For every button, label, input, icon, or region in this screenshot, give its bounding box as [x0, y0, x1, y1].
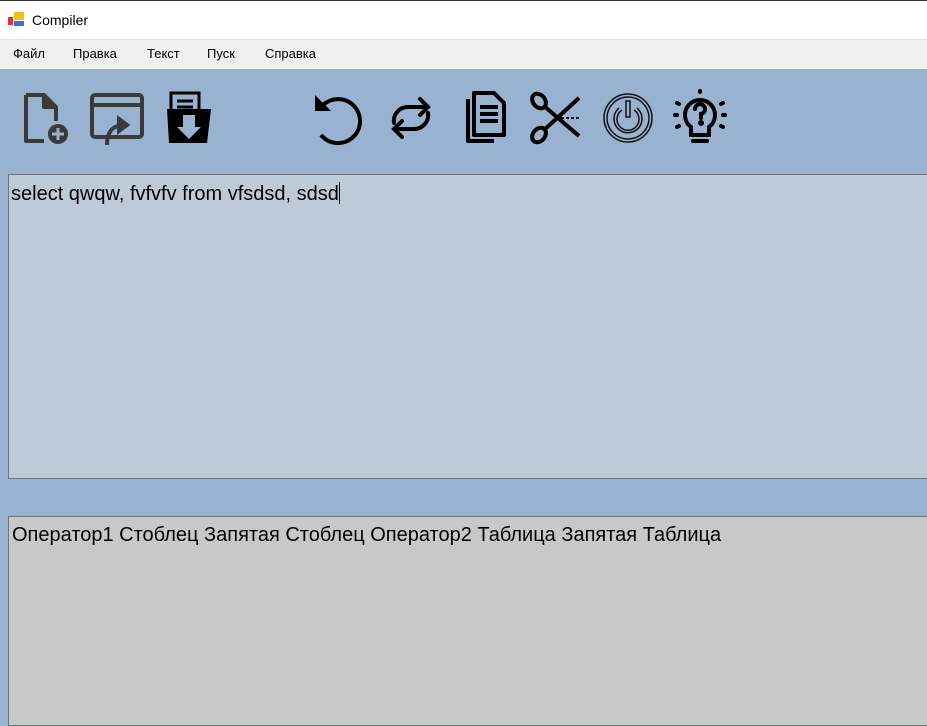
output-panel[interactable]: Оператор1 Стоблец Запятая Стоблец Операт… [8, 516, 927, 726]
menu-file[interactable]: Файл [13, 46, 45, 61]
undo-button[interactable] [308, 88, 368, 148]
copy-button[interactable] [453, 88, 513, 148]
menu-text[interactable]: Текст [147, 46, 180, 61]
menu-edit[interactable]: Правка [73, 46, 117, 61]
save-file-button[interactable] [160, 88, 220, 148]
undo-icon [315, 95, 363, 146]
save-file-icon [167, 91, 211, 143]
cut-icon [530, 91, 581, 145]
help-icon [673, 89, 727, 143]
title-bar: Compiler [0, 0, 927, 39]
new-file-button[interactable] [17, 88, 77, 148]
menu-help[interactable]: Справка [265, 46, 316, 61]
help-button[interactable] [670, 88, 730, 148]
open-file-icon [90, 93, 144, 146]
editor-text: select qwqw, fvfvfv from vfsdsd, sdsd [11, 183, 339, 205]
code-editor[interactable]: select qwqw, fvfvfv from vfsdsd, sdsd [8, 174, 927, 479]
app-icon [8, 12, 24, 26]
text-caret [338, 182, 340, 204]
window-title: Compiler [32, 12, 89, 28]
redo-button[interactable] [381, 88, 441, 148]
menu-bar: Файл Правка Текст Пуск Справка [0, 39, 927, 69]
redo-icon [391, 97, 431, 139]
run-icon [603, 93, 653, 143]
cut-button[interactable] [526, 88, 586, 148]
run-button[interactable] [598, 88, 658, 148]
new-file-icon [24, 93, 68, 144]
output-text: Оператор1 Стоблец Запятая Стоблец Операт… [12, 524, 722, 546]
menu-run[interactable]: Пуск [207, 46, 235, 61]
copy-icon [466, 91, 506, 143]
open-file-button[interactable] [86, 88, 146, 148]
